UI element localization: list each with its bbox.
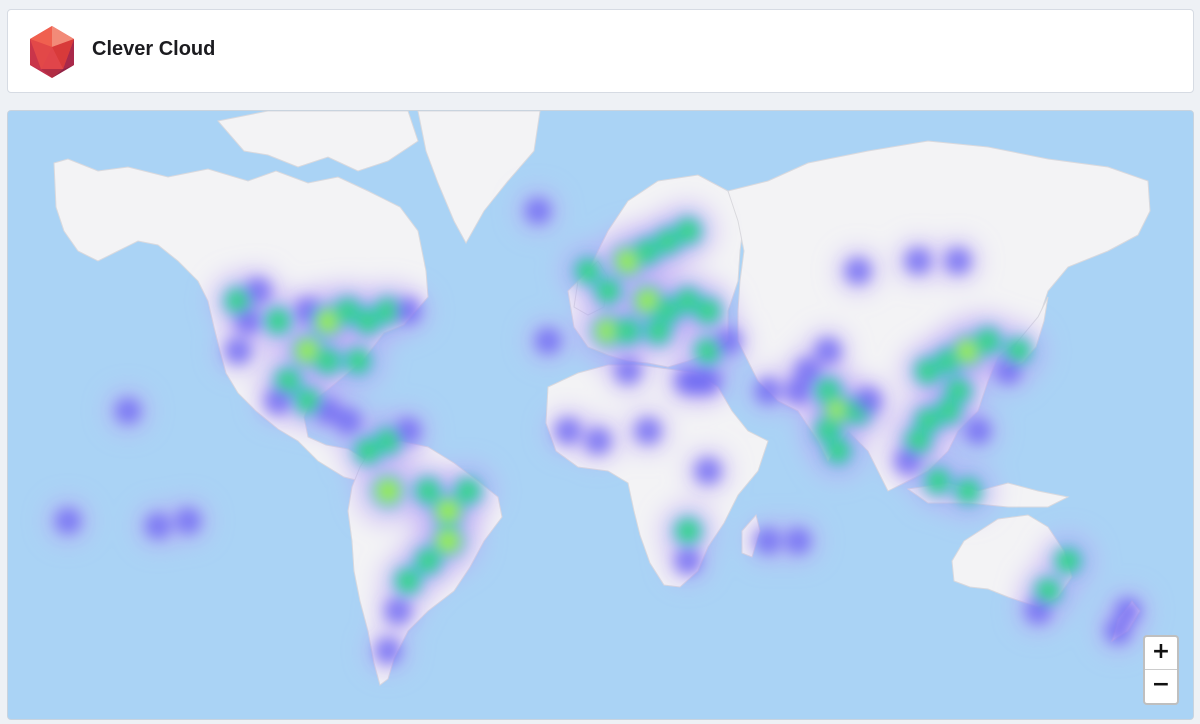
- heat-core-spot: [266, 309, 290, 333]
- heat-core-spot: [676, 219, 700, 243]
- heat-core-spot: [1056, 549, 1080, 573]
- heat-core-spot: [235, 308, 261, 334]
- brand-name[interactable]: Clever Cloud: [92, 38, 215, 61]
- clever-cloud-logo-icon[interactable]: [27, 25, 77, 79]
- heat-core-spot: [675, 548, 701, 574]
- heat-core-spot: [855, 388, 881, 414]
- heat-core-spot: [976, 329, 1000, 353]
- heat-core-spot: [385, 598, 411, 624]
- heat-core-spot: [616, 319, 640, 343]
- zoom-control: + −: [1143, 635, 1179, 705]
- heat-core-spot: [265, 388, 291, 414]
- heat-core-spot: [965, 418, 991, 444]
- heat-core-spot: [1025, 598, 1051, 624]
- heat-core-spot: [646, 319, 670, 343]
- heat-core-spot: [795, 358, 821, 384]
- heat-core-spot: [695, 458, 721, 484]
- heat-core-spot: [356, 439, 380, 463]
- heat-core-spot: [535, 328, 561, 354]
- app-header: Clever Cloud: [7, 9, 1194, 93]
- heat-core-spot: [396, 569, 420, 593]
- heat-core-spot: [596, 279, 620, 303]
- heat-core-spot: [375, 638, 401, 664]
- heat-core-spot: [245, 278, 271, 304]
- heat-core-spot: [635, 418, 661, 444]
- zoom-in-button[interactable]: +: [1145, 637, 1177, 670]
- heat-core-spot: [895, 448, 921, 474]
- heat-core-spot: [945, 248, 971, 274]
- heat-core-spot: [225, 338, 251, 364]
- map-canvas[interactable]: [8, 111, 1194, 720]
- heat-core-spot: [926, 469, 950, 493]
- heat-core-spot: [826, 439, 850, 463]
- heat-core-spot: [456, 479, 480, 503]
- heat-core-spot: [755, 528, 781, 554]
- heat-core-spot: [377, 480, 399, 502]
- heat-core-spot: [555, 418, 581, 444]
- heat-core-spot: [145, 513, 171, 539]
- heat-core-spot: [755, 378, 781, 404]
- heat-core-spot: [715, 328, 741, 354]
- heat-core-spot: [316, 349, 340, 373]
- zoom-out-button[interactable]: −: [1145, 670, 1177, 702]
- heat-core-spot: [525, 198, 551, 224]
- heat-core-spot: [676, 519, 700, 543]
- heat-core-spot: [585, 428, 611, 454]
- heat-core-spot: [615, 358, 641, 384]
- heat-core-spot: [696, 299, 720, 323]
- heat-core-spot: [115, 398, 141, 424]
- heat-core-spot: [695, 368, 721, 394]
- heat-core-spot: [335, 408, 361, 434]
- heat-core-spot: [785, 528, 811, 554]
- heat-core-spot: [905, 248, 931, 274]
- heat-core-spot: [437, 530, 459, 552]
- world-heatmap[interactable]: + −: [7, 110, 1194, 720]
- heat-core-spot: [437, 500, 459, 522]
- heat-core-spot: [956, 479, 980, 503]
- heat-core-spot: [395, 298, 421, 324]
- heat-core-spot: [995, 358, 1021, 384]
- heat-core-spot: [576, 259, 600, 283]
- heat-core-spot: [416, 549, 440, 573]
- heat-core-spot: [815, 338, 841, 364]
- heat-core-spot: [395, 418, 421, 444]
- heat-core-spot: [346, 349, 370, 373]
- heat-core-spot: [845, 258, 871, 284]
- heat-core-spot: [1105, 618, 1131, 644]
- heat-core-spot: [55, 508, 81, 534]
- heat-core-spot: [175, 508, 201, 534]
